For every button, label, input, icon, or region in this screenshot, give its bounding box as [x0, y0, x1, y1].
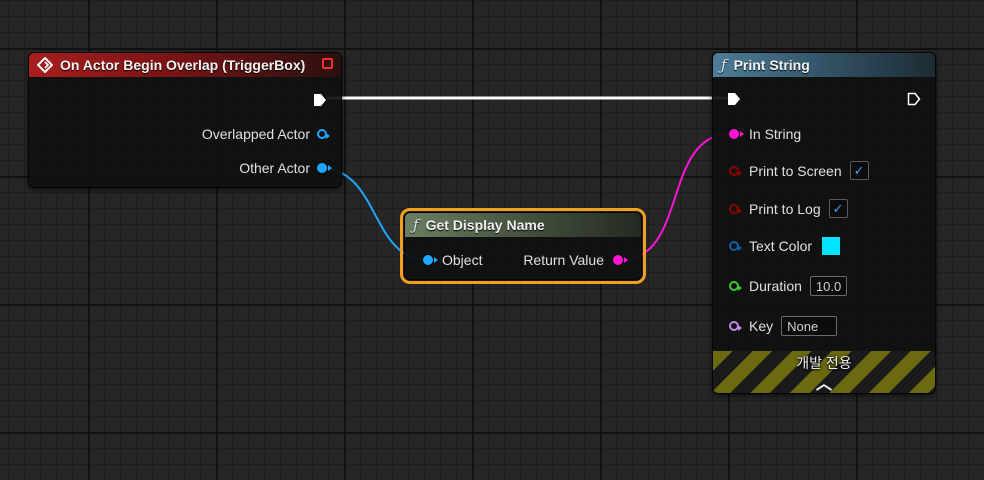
- duration-pin[interactable]: [729, 281, 742, 291]
- event-node-actor-begin-overlap[interactable]: On Actor Begin Overlap (TriggerBox) Over…: [28, 52, 342, 188]
- exec-output-pin[interactable]: [313, 93, 327, 112]
- key-pin[interactable]: [729, 321, 742, 331]
- function-icon: ƒ: [721, 56, 727, 74]
- print-to-log-checkbox[interactable]: ✓: [828, 199, 848, 218]
- print-string-header[interactable]: ƒ Print String: [713, 53, 935, 77]
- return-value-label: Return Value: [523, 252, 604, 268]
- key-row: Key None: [729, 316, 838, 336]
- print-to-screen-label: Print to Screen: [749, 162, 842, 179]
- other-actor-row: Other Actor: [239, 160, 332, 176]
- key-input[interactable]: None: [781, 316, 838, 336]
- chevron-up-icon[interactable]: ︿: [816, 370, 832, 393]
- duration-row: Duration 10.0: [729, 276, 848, 296]
- event-node-header[interactable]: On Actor Begin Overlap (TriggerBox): [29, 53, 341, 77]
- print-to-screen-pin[interactable]: [729, 165, 742, 176]
- key-label: Key: [749, 318, 774, 334]
- print-to-log-label: Print to Log: [749, 200, 821, 217]
- overlapped-actor-label: Overlapped Actor: [201, 126, 310, 142]
- in-string-row: In String: [729, 126, 801, 142]
- overlapped-actor-row: Overlapped Actor: [201, 126, 330, 142]
- object-label: Object: [442, 252, 483, 268]
- exec-input-pin[interactable]: [727, 92, 741, 111]
- function-icon: ƒ: [413, 216, 419, 234]
- in-string-label: In String: [749, 126, 802, 142]
- other-actor-label: Other Actor: [239, 160, 310, 176]
- event-node-title: On Actor Begin Overlap (TriggerBox): [60, 57, 306, 73]
- print-string-title: Print String: [733, 57, 810, 73]
- return-value-row: Return Value: [523, 252, 628, 268]
- print-to-log-pin[interactable]: [729, 203, 742, 214]
- return-value-pin[interactable]: [613, 255, 628, 265]
- print-string-node[interactable]: ƒ Print String In String Print to Screen…: [712, 52, 936, 394]
- get-display-name-title: Get Display Name: [425, 217, 545, 233]
- overlapped-actor-pin[interactable]: [317, 129, 330, 139]
- get-display-name-header[interactable]: ƒ Get Display Name: [405, 213, 641, 237]
- other-actor-pin[interactable]: [317, 163, 332, 173]
- object-row: Object: [423, 252, 482, 268]
- text-color-label: Text Color: [749, 238, 813, 254]
- duration-label: Duration: [749, 278, 802, 294]
- text-color-pin[interactable]: [729, 241, 742, 251]
- text-color-swatch[interactable]: [822, 237, 841, 255]
- in-string-pin[interactable]: [729, 129, 744, 139]
- text-color-row: Text Color: [729, 237, 841, 255]
- print-to-log-row: Print to Log ✓: [729, 199, 848, 218]
- get-display-name-node[interactable]: ƒ Get Display Name Object Return Value: [400, 208, 646, 284]
- duration-input[interactable]: 10.0: [809, 276, 848, 296]
- object-pin[interactable]: [423, 255, 438, 265]
- print-to-screen-checkbox[interactable]: ✓: [849, 161, 869, 180]
- exec-output-pin[interactable]: [907, 92, 921, 111]
- event-delegate-icon[interactable]: [322, 58, 333, 69]
- development-only-bar[interactable]: 개발 전용 ︿: [713, 351, 935, 393]
- print-to-screen-row: Print to Screen ✓: [729, 161, 869, 180]
- event-diamond-icon: [37, 57, 53, 73]
